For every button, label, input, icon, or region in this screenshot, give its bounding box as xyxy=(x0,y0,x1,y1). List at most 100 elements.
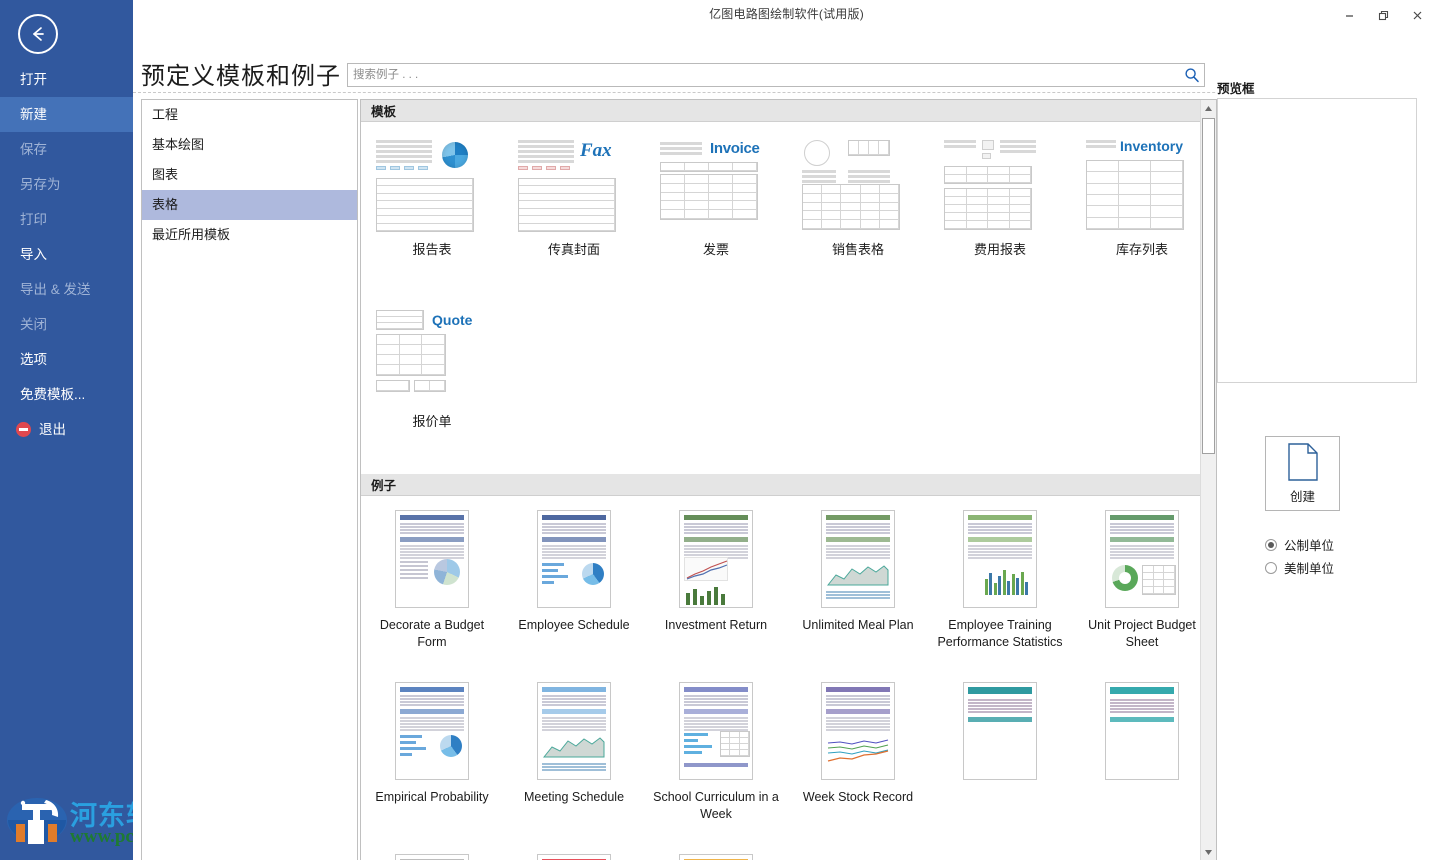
template-item[interactable]: Invoice 发票 xyxy=(645,130,787,298)
example-thumbnail xyxy=(537,854,611,860)
template-item[interactable]: 销售表格 xyxy=(787,130,929,298)
category-item[interactable]: 工程 xyxy=(142,100,357,130)
back-button[interactable] xyxy=(18,14,58,54)
template-item[interactable]: 费用报表 xyxy=(929,130,1071,298)
example-item[interactable]: Week Stock Record xyxy=(787,676,929,844)
create-button[interactable]: 创建 xyxy=(1265,436,1340,511)
template-item[interactable]: Fax 传真封面 xyxy=(503,130,645,298)
preview-box xyxy=(1217,98,1417,383)
right-panel: 预览框 创建 公制单位 美制单位 xyxy=(1217,30,1440,860)
example-item[interactable] xyxy=(361,848,503,860)
category-item-label: 表格 xyxy=(152,197,179,212)
example-label: Investment Return xyxy=(664,618,768,632)
templates-grid: 报告表 Fax 传真封面 Invoice 发票 销售表格 费用报表 Inventory 库存列… xyxy=(361,122,1216,474)
example-thumbnail xyxy=(963,510,1037,608)
sidebar-item-label: 打印 xyxy=(20,212,47,227)
stop-icon xyxy=(16,422,31,437)
sidebar-item-label: 退出 xyxy=(39,422,66,437)
vertical-scrollbar[interactable] xyxy=(1200,100,1216,860)
example-item[interactable] xyxy=(1071,676,1213,844)
example-item[interactable] xyxy=(929,676,1071,844)
unit-option-imperial[interactable]: 美制单位 xyxy=(1265,558,1334,577)
template-content-panel: 模板 报告表 Fax 传真封面 Invoice 发票 销售表格 费用报表 Inventory… xyxy=(360,99,1217,860)
unit-option-metric-label: 公制单位 xyxy=(1284,539,1335,553)
example-item[interactable]: Unlimited Meal Plan xyxy=(787,504,929,672)
template-thumbnail: Inventory xyxy=(1084,136,1200,232)
example-thumbnail xyxy=(1105,682,1179,780)
example-item[interactable]: Employee Training Performance Statistics xyxy=(929,504,1071,672)
template-item[interactable]: Inventory 库存列表 xyxy=(1071,130,1213,298)
category-item[interactable]: 最近所用模板 xyxy=(142,220,357,250)
example-item[interactable]: School Curriculum in a Week xyxy=(645,676,787,844)
titlebar: 亿图电路图绘制软件(试用版) 登录 xyxy=(133,0,1440,50)
template-label: 费用报表 xyxy=(973,242,1026,257)
example-item[interactable]: Decorate a Budget Form xyxy=(361,504,503,672)
example-thumbnail xyxy=(537,682,611,780)
example-label: Unlimited Meal Plan xyxy=(802,618,914,632)
sidebar-item-free-templates[interactable]: 免费模板... xyxy=(0,377,133,412)
example-item[interactable]: Investment Return xyxy=(645,504,787,672)
minimize-button[interactable] xyxy=(1332,2,1366,28)
sidebar-item-print[interactable]: 打印 xyxy=(0,202,133,237)
sidebar-item-label: 关闭 xyxy=(20,317,47,332)
category-item[interactable]: 表格 xyxy=(142,190,357,220)
example-item[interactable] xyxy=(645,848,787,860)
scroll-up-button[interactable] xyxy=(1201,100,1216,116)
sidebar-item-export-send[interactable]: 导出 & 发送 xyxy=(0,272,133,307)
template-thumbnail: Invoice xyxy=(658,136,774,232)
example-item[interactable]: Meeting Schedule xyxy=(503,676,645,844)
sidebar-item-open[interactable]: 打开 xyxy=(0,62,133,97)
example-label: School Curriculum in a Week xyxy=(653,790,779,821)
scroll-down-button[interactable] xyxy=(1201,844,1216,860)
example-thumbnail xyxy=(679,682,753,780)
example-item[interactable]: Unit Project Budget Sheet xyxy=(1071,504,1213,672)
template-label: 传真封面 xyxy=(547,242,600,257)
template-item[interactable]: 报告表 xyxy=(361,130,503,298)
example-label: Meeting Schedule xyxy=(523,790,625,804)
sidebar-item-save[interactable]: 保存 xyxy=(0,132,133,167)
unit-option-metric[interactable]: 公制单位 xyxy=(1265,535,1334,554)
page-title: 预定义模板和例子 xyxy=(141,63,341,90)
restore-button[interactable] xyxy=(1366,2,1400,28)
example-thumbnail xyxy=(679,854,753,860)
category-item[interactable]: 图表 xyxy=(142,160,357,190)
scroll-thumb[interactable] xyxy=(1202,118,1215,454)
example-thumbnail xyxy=(395,682,469,780)
template-label: 报告表 xyxy=(412,242,452,257)
sidebar-item-label: 保存 xyxy=(20,142,47,157)
sidebar-item-label: 导出 & 发送 xyxy=(20,282,91,297)
template-item[interactable]: Quote 报价单 xyxy=(361,302,503,470)
scroll-down-icon xyxy=(1205,849,1212,855)
sidebar-item-new[interactable]: 新建 xyxy=(0,97,133,132)
minimize-icon xyxy=(1345,14,1353,17)
sidebar-item-import[interactable]: 导入 xyxy=(0,237,133,272)
search-icon[interactable] xyxy=(1184,67,1200,83)
example-thumbnail xyxy=(821,510,895,608)
sidebar-item-close[interactable]: 关闭 xyxy=(0,307,133,342)
sidebar-item-options[interactable]: 选项 xyxy=(0,342,133,377)
example-thumbnail xyxy=(1105,510,1179,608)
close-button[interactable] xyxy=(1400,2,1434,28)
example-thumbnail xyxy=(537,510,611,608)
template-thumbnail: Quote xyxy=(374,308,490,404)
back-arrow-icon xyxy=(33,27,44,41)
example-item[interactable]: Employee Schedule xyxy=(503,504,645,672)
sidebar-items: 打开新建保存另存为打印导入导出 & 发送 关闭选项 免费模板... 退出 xyxy=(0,62,133,447)
search-input[interactable] xyxy=(353,64,1173,86)
sidebar-item-label: 新建 xyxy=(20,107,47,122)
sidebar: 打开新建保存另存为打印导入导出 & 发送关闭选项免费模板...退出 河东软件园 … xyxy=(0,0,209,860)
radio-imperial-icon xyxy=(1265,561,1277,574)
example-item[interactable] xyxy=(503,848,645,860)
sidebar-item-exit[interactable]: 退出 xyxy=(0,412,133,447)
unit-option-imperial-label: 美制单位 xyxy=(1284,562,1335,576)
example-item[interactable]: Empirical Probability xyxy=(361,676,503,844)
category-item[interactable]: 基本绘图 xyxy=(142,130,357,160)
template-thumbnail xyxy=(942,136,1058,232)
section-header-examples: 例子 xyxy=(361,474,1216,496)
example-thumbnail xyxy=(821,682,895,780)
pc0359-logo-icon xyxy=(7,798,67,844)
search-box xyxy=(347,63,1205,87)
create-button-label: 创建 xyxy=(1289,489,1315,504)
template-label: 报价单 xyxy=(412,414,452,429)
sidebar-item-save-as[interactable]: 另存为 xyxy=(0,167,133,202)
